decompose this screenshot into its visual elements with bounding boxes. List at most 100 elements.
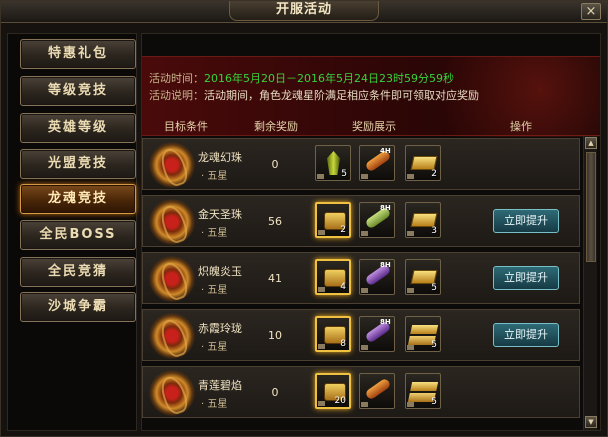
row-target-name: 龙魂幻珠 [198,151,242,164]
close-button[interactable]: × [581,3,601,20]
bind-tag [407,402,414,407]
bind-tag [407,288,414,293]
reward-slot[interactable]: 5 [405,259,441,295]
duration-badge: 8H [380,261,391,269]
dragon-soul-emblem-icon [149,142,195,188]
reward-count: 20 [334,396,346,406]
bind-tag [318,287,325,292]
reward-row: 炽魄炎玉 · 五星 41 4 8H 5 立即提升 [142,252,580,304]
scroll-up-button[interactable]: ▲ [585,137,597,149]
reward-count: 8 [340,339,346,349]
reward-slot[interactable]: 20 [315,373,351,409]
row-target-name: 青莲碧焰 [198,379,242,392]
reward-slot[interactable]: 8H [359,202,395,238]
bind-tag [318,344,325,349]
tab-special-gift[interactable]: 特惠礼包 [20,39,136,69]
activity-content: 活动时间：2016年5月20日－2016年5月24日23时59分59秒 活动说明… [141,33,601,431]
activity-time-label: 活动时间： [149,72,204,85]
window-title: 开服活动 [229,1,379,21]
reward-slot[interactable]: 8H [359,316,395,352]
tab-city-war[interactable]: 沙城争霸 [20,292,136,322]
upgrade-now-button[interactable]: 立即提升 [493,323,559,347]
gold-bar-icon [410,156,438,170]
title-bar: 开服活动 × [1,1,607,23]
dragon-soul-emblem-icon [149,313,195,359]
reward-count: 5 [431,397,437,407]
reward-row: 赤霞玲珑 · 五星 10 8 8H 5 立即提升 [142,309,580,361]
reward-slot[interactable]: 5 [405,316,441,352]
tab-hero-level[interactable]: 英雄等级 [20,113,136,143]
event-window: 开服活动 × 特惠礼包 等级竞技 英雄等级 光盟竞技 龙魂竞技 全民BOSS 全… [0,0,608,437]
bind-tag [407,174,414,179]
scrollbar[interactable]: ▲ ▼ [583,136,597,430]
reward-slot[interactable] [359,373,395,409]
reward-row: 金天圣珠 · 五星 56 2 8H 3 立即提升 [142,195,580,247]
row-target-name: 炽魄炎玉 [198,265,242,278]
activity-description: 活动说明：活动期间，角色龙魂星阶满足相应条件即可领取对应奖励 [149,87,479,103]
reward-count: 5 [431,283,437,293]
tab-list: 特惠礼包 等级竞技 英雄等级 光盟竞技 龙魂竞技 全民BOSS 全民竞猜 沙城争… [7,33,137,431]
reward-slot[interactable]: 8 [315,316,351,352]
scroll-orange-icon [364,377,392,401]
bind-tag [407,345,414,350]
bind-tag [318,401,325,406]
bind-tag [318,230,325,235]
reward-slot[interactable]: 4 [315,259,351,295]
reward-slot[interactable]: 8H [359,259,395,295]
tab-all-boss[interactable]: 全民BOSS [20,220,136,250]
col-action: 操作 [510,120,532,133]
reward-slot[interactable]: 4H [359,145,395,181]
activity-desc-label: 活动说明： [149,89,204,102]
scroll-down-button[interactable]: ▼ [585,416,597,428]
row-star-level: · 五星 [201,171,228,182]
row-star-level: · 五星 [201,399,228,410]
duration-badge: 8H [380,318,391,326]
reward-row: 龙魂幻珠 · 五星 0 5 4H 2 [142,138,580,190]
reward-row: 青莲碧焰 · 五星 0 20 5 [142,366,580,418]
scroll-thumb[interactable] [586,152,596,262]
reward-slot[interactable]: 3 [405,202,441,238]
gold-bar-icon [410,270,438,284]
bind-tag [407,231,414,236]
reward-slot[interactable]: 2 [405,145,441,181]
dragon-soul-emblem-icon [149,256,195,302]
row-target-name: 赤霞玲珑 [198,322,242,335]
row-star-level: · 五星 [201,228,228,239]
col-remain: 剩余奖励 [254,120,298,133]
activity-time: 活动时间：2016年5月20日－2016年5月24日23时59分59秒 [149,70,454,86]
reward-count: 2 [340,225,346,235]
tab-level-race[interactable]: 等级竞技 [20,76,136,106]
upgrade-now-button[interactable]: 立即提升 [493,209,559,233]
column-headers: 目标条件 剩余奖励 奖励展示 操作 [142,116,600,134]
dragon-soul-emblem-icon [149,370,195,416]
row-star-level: · 五星 [201,285,228,296]
row-remaining: 0 [271,158,279,171]
row-remaining: 56 [268,215,282,228]
bind-tag [361,231,368,236]
reward-count: 3 [431,226,437,236]
activity-desc-value: 活动期间，角色龙魂星阶满足相应条件即可领取对应奖励 [204,89,479,102]
row-remaining: 41 [268,272,282,285]
reward-count: 5 [431,340,437,350]
reward-slot[interactable]: 5 [315,145,351,181]
bind-tag [361,345,368,350]
reward-slot[interactable]: 5 [405,373,441,409]
row-target-name: 金天圣珠 [198,208,242,221]
row-remaining: 0 [271,386,279,399]
tab-alliance-race[interactable]: 光盟竞技 [20,149,136,179]
duration-badge: 8H [380,204,391,212]
col-rewards: 奖励展示 [352,120,396,133]
reward-count: 5 [341,169,347,179]
tab-dragon-soul[interactable]: 龙魂竞技 [20,184,136,214]
reward-count: 4 [340,282,346,292]
upgrade-now-button[interactable]: 立即提升 [493,266,559,290]
col-target: 目标条件 [164,120,208,133]
gold-bar-icon [410,213,438,227]
tab-all-guess[interactable]: 全民竞猜 [20,257,136,287]
dragon-soul-emblem-icon [149,199,195,245]
bind-tag [361,174,368,179]
row-remaining: 10 [268,329,282,342]
reward-slot[interactable]: 2 [315,202,351,238]
activity-time-value: 2016年5月20日－2016年5月24日23时59分59秒 [204,72,454,85]
duration-badge: 4H [380,147,391,155]
